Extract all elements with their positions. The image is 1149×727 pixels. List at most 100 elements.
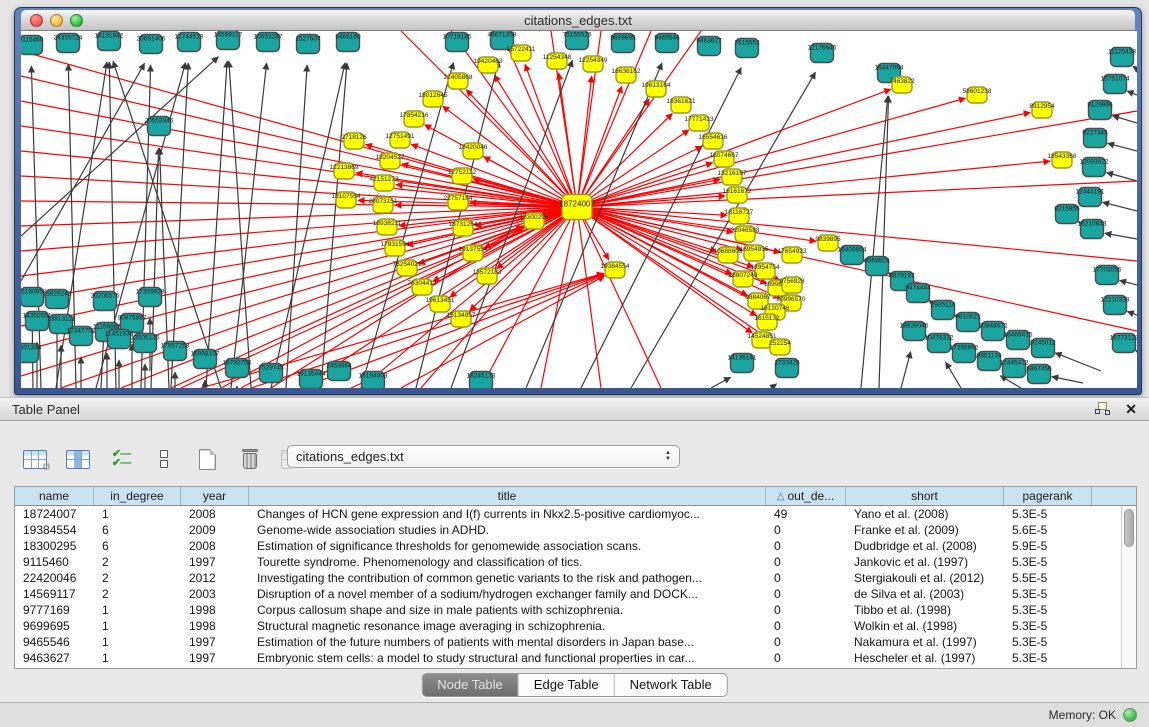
row-height-button[interactable] <box>149 444 179 474</box>
network-node[interactable]: 18469415 <box>1004 331 1033 350</box>
network-node[interactable]: 15722411 <box>507 45 536 61</box>
new-column-button[interactable] <box>192 444 222 474</box>
network-node[interactable]: 17854216 <box>400 111 429 127</box>
network-node[interactable]: 16773122 <box>1110 334 1137 353</box>
network-node[interactable]: 17654923 <box>778 247 807 263</box>
network-node[interactable]: 19135444 <box>297 370 326 389</box>
network-node[interactable]: 19420463 <box>474 57 503 73</box>
table-settings-button[interactable]: ⚙ <box>20 444 50 474</box>
table-row[interactable]: 2242004622012Investigating the contribut… <box>15 570 1136 586</box>
network-node[interactable]: 9129966 <box>1087 101 1113 120</box>
network-node[interactable]: 10653287 <box>254 33 283 52</box>
network-node[interactable]: 9465546 <box>654 34 680 53</box>
network-node[interactable]: 6867456 <box>1026 365 1052 384</box>
network-node[interactable]: 17703556 <box>1093 266 1122 285</box>
network-node[interactable]: 22405868 <box>444 73 473 89</box>
network-node[interactable]: 19813164 <box>642 81 671 97</box>
network-node[interactable]: 18107554 <box>332 192 361 208</box>
network-node[interactable]: 14569117 <box>214 31 243 50</box>
network-node[interactable]: 20691406 <box>137 35 166 54</box>
network-node[interactable]: 19613451 <box>426 296 455 312</box>
network-node[interactable]: 16554616 <box>699 133 728 149</box>
network-node[interactable]: 13204527 <box>376 153 405 169</box>
network-node[interactable]: 12176646 <box>808 44 837 63</box>
network-node[interactable]: 16954935 <box>740 245 769 261</box>
network-node[interactable]: 18724007 <box>559 195 595 220</box>
table-row[interactable]: 946554611997Estimation of the future num… <box>15 634 1136 650</box>
network-node[interactable]: 22757164 <box>444 194 473 210</box>
network-node[interactable]: 1733426 <box>774 359 800 378</box>
network-node[interactable]: 9910021 <box>955 313 981 332</box>
network-node[interactable]: 22046588 <box>731 226 760 242</box>
network-node[interactable]: 18938211 <box>373 219 402 235</box>
network-node[interactable]: 15929242 <box>43 290 72 309</box>
network-node[interactable]: 9756928 <box>779 277 805 293</box>
column-header-short[interactable]: short <box>846 487 1004 505</box>
network-node[interactable]: 2718126 <box>341 133 367 149</box>
tab-node-table[interactable]: Node Table <box>422 674 519 696</box>
network-node[interactable]: 16161672 <box>723 187 752 203</box>
network-node[interactable]: 12210339 <box>1101 296 1130 315</box>
network-node[interactable]: 10719185 <box>443 33 472 52</box>
network-node[interactable]: 1615132 <box>754 314 780 330</box>
network-node[interactable]: 16409954 <box>838 246 867 265</box>
network-node[interactable]: 17771413 <box>685 115 714 131</box>
network-node[interactable]: 11125438 <box>1108 48 1136 67</box>
network-node[interactable]: 75155526 <box>563 31 592 50</box>
network-node[interactable]: 16636162 <box>612 67 641 83</box>
network-node[interactable]: 16782756 <box>223 359 252 378</box>
network-node[interactable]: 252254 <box>769 339 791 355</box>
network-node[interactable]: 17957253 <box>161 342 190 361</box>
network-node[interactable]: 16074667 <box>710 151 739 167</box>
network-node[interactable]: 19384554 <box>601 262 630 278</box>
network-node[interactable]: 12751491 <box>386 132 415 148</box>
network-node[interactable]: 20206576 <box>91 292 120 311</box>
network-node[interactable]: 16958107 <box>191 350 220 369</box>
network-node[interactable]: 11451934 <box>105 330 134 349</box>
network-node[interactable]: 24355724 <box>54 34 83 53</box>
network-node[interactable]: 13216167 <box>718 169 747 185</box>
network-node[interactable]: 8958924 <box>864 257 890 276</box>
network-canvas[interactable]: 9115460243557241813194220691406127445191… <box>21 31 1137 388</box>
close-window-icon[interactable] <box>30 14 43 27</box>
table-row[interactable]: 1872400712008Changes of HCN gene express… <box>15 506 1136 522</box>
column-header-year[interactable]: year <box>181 487 249 505</box>
network-node[interactable]: 16194003 <box>359 372 388 389</box>
tab-edge-table[interactable]: Edge Table <box>519 674 615 696</box>
memory-ok-indicator-icon[interactable] <box>1123 708 1137 722</box>
network-node[interactable]: 9851134 <box>977 352 1002 371</box>
network-node[interactable]: 20553346 <box>145 117 174 136</box>
network-node[interactable]: 17831594 <box>381 240 410 256</box>
network-graph[interactable]: 9115460243557241813194220691406127445191… <box>21 31 1137 388</box>
network-node[interactable]: 12445422 <box>1000 359 1029 378</box>
network-node[interactable]: 14136141 <box>728 354 757 373</box>
tab-network-table[interactable]: Network Table <box>615 674 727 696</box>
network-node[interactable]: 9699695 <box>610 34 636 53</box>
network-node[interactable]: 9839895 <box>815 235 841 251</box>
network-node[interactable]: 12213869 <box>330 163 359 179</box>
network-node[interactable]: 7615552 <box>734 39 760 58</box>
network-node[interactable]: 12093822 <box>1080 158 1109 177</box>
close-panel-icon[interactable]: ✕ <box>1125 402 1137 416</box>
network-node[interactable]: 9115460 <box>21 36 44 55</box>
table-row[interactable]: 1830029562008Estimation of significance … <box>15 538 1136 554</box>
table-row[interactable]: 969969511998Structural magnetic resonanc… <box>15 618 1136 634</box>
delete-column-button[interactable] <box>235 444 265 474</box>
network-node[interactable]: 8215955 <box>1054 205 1080 224</box>
select-columns-button[interactable]: ✔—✔— <box>106 444 136 474</box>
network-node[interactable]: 13901344 <box>21 344 42 363</box>
network-node[interactable]: 9463627 <box>696 37 722 56</box>
network-node[interactable]: 10688609 <box>714 247 743 263</box>
zoom-window-icon[interactable] <box>70 14 83 27</box>
scrollbar-thumb[interactable] <box>1124 509 1134 547</box>
network-node[interactable]: 7463822 <box>889 77 915 93</box>
network-node[interactable]: 11254348 <box>543 53 572 69</box>
network-node[interactable]: 9474444 <box>905 284 931 303</box>
network-node[interactable]: 13505135 <box>131 334 160 353</box>
table-row[interactable]: 977716911998Corpus callosum shape and si… <box>15 602 1136 618</box>
network-node[interactable]: 9245012 <box>1030 339 1056 358</box>
network-node[interactable]: 1527607 <box>295 35 321 54</box>
table-selector-dropdown[interactable]: citations_edges.txt ▲▼ <box>287 445 680 468</box>
table-scrollbar[interactable] <box>1121 506 1136 668</box>
network-node[interactable]: 76254021 <box>393 260 422 276</box>
